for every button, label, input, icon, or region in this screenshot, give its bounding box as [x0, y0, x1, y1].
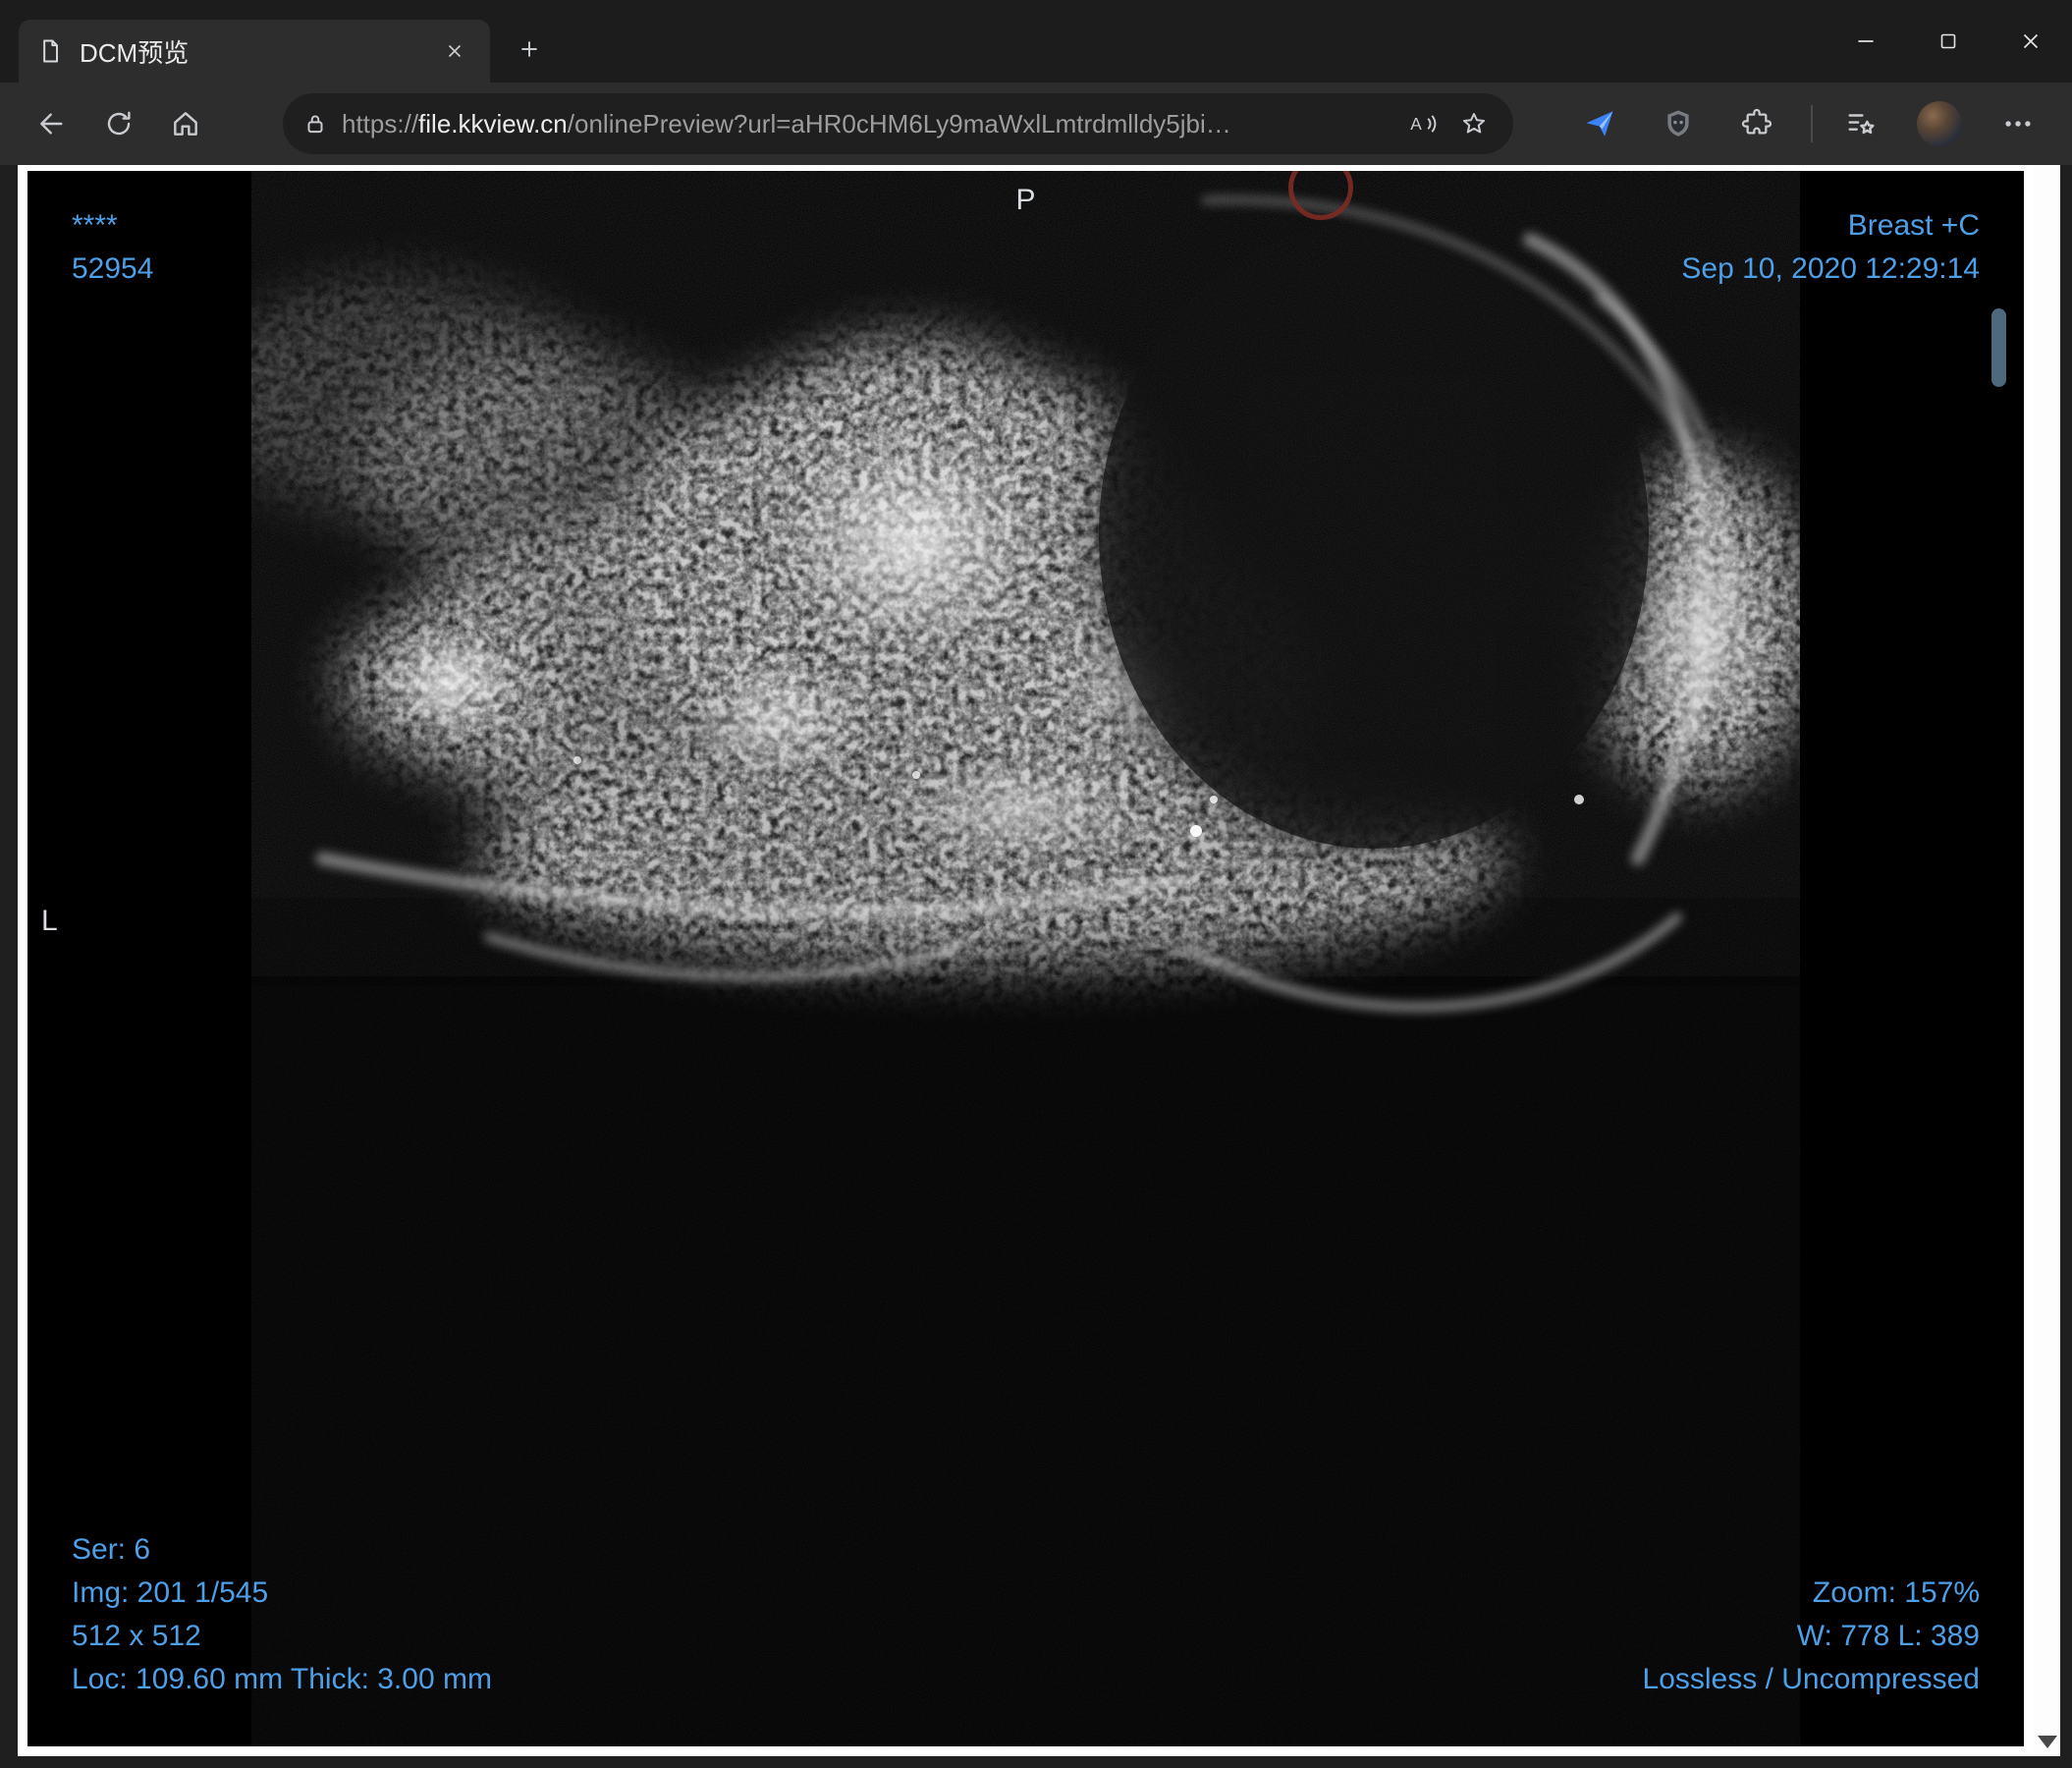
page-scrollbar[interactable] — [2034, 165, 2060, 1756]
location-label: Loc: 109.60 mm Thick: 3.00 mm — [72, 1663, 492, 1695]
browser-toolbar: https://file.kkview.cn/onlinePreview?url… — [0, 83, 2072, 165]
mri-scan-image — [27, 171, 2024, 1746]
url-domain: file.kkview.cn — [418, 108, 568, 138]
browser-window: DCM预览 https://file.kkview.cn/onlinePrevi… — [0, 0, 2072, 1768]
orientation-posterior-label: P — [1015, 184, 1036, 216]
url-text[interactable]: https://file.kkview.cn/onlinePreview?url… — [342, 109, 1397, 139]
home-button[interactable] — [155, 93, 216, 154]
matrix-label: 512 x 512 — [72, 1620, 201, 1652]
orientation-left-label: L — [41, 905, 58, 937]
patient-number: 52954 — [72, 252, 154, 285]
web-page: **** 52954 P Breast +C Sep 10, 2020 12:2… — [18, 165, 2060, 1756]
compression-label: Lossless / Uncompressed — [1642, 1663, 1980, 1695]
toolbar-right — [1569, 93, 2048, 154]
toolbar-divider — [1811, 105, 1813, 142]
tab-dcm-preview[interactable]: DCM预览 — [19, 20, 490, 83]
viewer-scrollbar-thumb[interactable] — [1991, 308, 2006, 387]
profile-avatar[interactable] — [1909, 93, 1970, 154]
extensions-puzzle-icon[interactable] — [1726, 93, 1787, 154]
site-lock-icon[interactable] — [302, 111, 328, 137]
tab-title: DCM预览 — [80, 37, 190, 68]
address-bar[interactable]: https://file.kkview.cn/onlinePreview?url… — [283, 93, 1513, 154]
read-aloud-icon[interactable]: A — [1397, 98, 1448, 149]
zoom-label: Zoom: 157% — [1812, 1576, 1980, 1609]
series-label: Ser: 6 — [72, 1533, 151, 1566]
study-datetime: Sep 10, 2020 12:29:14 — [1681, 252, 1980, 285]
new-tab-button[interactable] — [504, 24, 555, 75]
tab-close-icon[interactable] — [437, 33, 472, 69]
dicom-viewer-canvas[interactable]: **** 52954 P Breast +C Sep 10, 2020 12:2… — [27, 171, 2024, 1746]
overlay-series-info: Ser: 6 Img: 201 1/545 512 x 512 Loc: 109… — [72, 1528, 492, 1701]
document-favicon-icon — [36, 37, 64, 65]
window-minimize-button[interactable] — [1825, 0, 1907, 83]
overlay-patient-info: **** 52954 — [72, 204, 153, 291]
study-label: Breast +C — [1847, 209, 1980, 242]
image-label: Img: 201 1/545 — [72, 1576, 269, 1609]
url-scheme: https:// — [342, 108, 419, 138]
tab-strip: DCM预览 — [0, 0, 2072, 83]
window-close-button[interactable] — [1990, 0, 2072, 83]
window-maximize-button[interactable] — [1907, 0, 1990, 83]
scrollbar-down-arrow-icon[interactable] — [2037, 1736, 2057, 1748]
avatar-image — [1917, 101, 1962, 146]
translate-extension-icon[interactable] — [1569, 93, 1630, 154]
overlay-study-info: Breast +C Sep 10, 2020 12:29:14 — [1681, 204, 1980, 291]
favorites-hub-icon[interactable] — [1830, 93, 1891, 154]
back-button[interactable] — [22, 93, 82, 154]
favorite-star-icon[interactable] — [1448, 98, 1499, 149]
window-level-label: W: 778 L: 389 — [1796, 1620, 1980, 1652]
page-frame: **** 52954 P Breast +C Sep 10, 2020 12:2… — [0, 165, 2072, 1768]
svg-text:A: A — [1410, 114, 1422, 134]
url-path: /onlinePreview?url=aHR0cHM6Ly9maWxlLmtrd… — [567, 108, 1231, 138]
shield-extension-icon[interactable] — [1648, 93, 1709, 154]
overlay-display-info: Zoom: 157% W: 778 L: 389 Lossless / Unco… — [1643, 1572, 1980, 1701]
patient-id: **** — [72, 209, 118, 242]
window-controls — [1825, 0, 2072, 83]
refresh-button[interactable] — [88, 93, 149, 154]
settings-menu-icon[interactable] — [1988, 93, 2048, 154]
